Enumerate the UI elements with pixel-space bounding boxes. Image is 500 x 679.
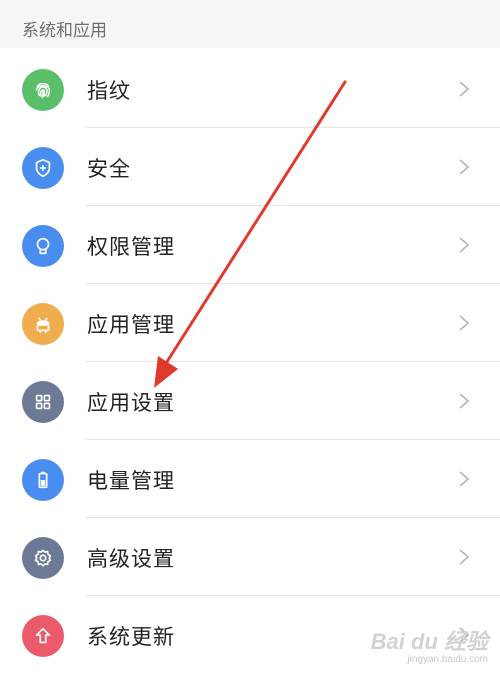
item-label: 安全 — [87, 157, 131, 181]
badge-icon — [22, 225, 64, 267]
item-label: 指纹 — [87, 79, 131, 103]
list-item-security[interactable]: 安全 — [0, 128, 500, 206]
item-label: 系统更新 — [87, 625, 175, 649]
chevron-right-icon — [458, 80, 470, 98]
chevron-right-icon — [458, 236, 470, 254]
chevron-right-icon — [458, 548, 470, 566]
list-item-permissions[interactable]: 权限管理 — [0, 206, 500, 284]
chevron-right-icon — [458, 626, 470, 644]
chevron-right-icon — [458, 470, 470, 488]
list-item-battery[interactable]: 电量管理 — [0, 440, 500, 518]
chevron-right-icon — [458, 392, 470, 410]
android-icon — [22, 303, 64, 345]
item-label: 权限管理 — [87, 235, 175, 259]
list-item-fingerprint[interactable]: 指纹 — [0, 50, 500, 128]
list-item-app-management[interactable]: 应用管理 — [0, 284, 500, 362]
list-item-app-settings[interactable]: 应用设置 — [0, 362, 500, 440]
chevron-right-icon — [458, 314, 470, 332]
chevron-right-icon — [458, 158, 470, 176]
item-label: 高级设置 — [87, 547, 175, 571]
item-label: 电量管理 — [87, 469, 175, 493]
fingerprint-icon — [22, 69, 64, 111]
list-item-advanced-settings[interactable]: 高级设置 — [0, 518, 500, 596]
gear-icon — [22, 537, 64, 579]
section-title: 系统和应用 — [22, 21, 107, 41]
arrow-up-icon — [22, 615, 64, 657]
shield-icon — [22, 147, 64, 189]
list-item-system-update[interactable]: 系统更新 — [0, 596, 500, 674]
section-header: 系统和应用 — [0, 0, 500, 48]
battery-icon — [22, 459, 64, 501]
item-label: 应用管理 — [87, 313, 175, 337]
grid-icon — [22, 381, 64, 423]
settings-list: 指纹 安全 权限管理 应用管理 应用设置 电量管理 高级设置 系统更新 — [0, 50, 500, 674]
item-label: 应用设置 — [87, 391, 175, 415]
